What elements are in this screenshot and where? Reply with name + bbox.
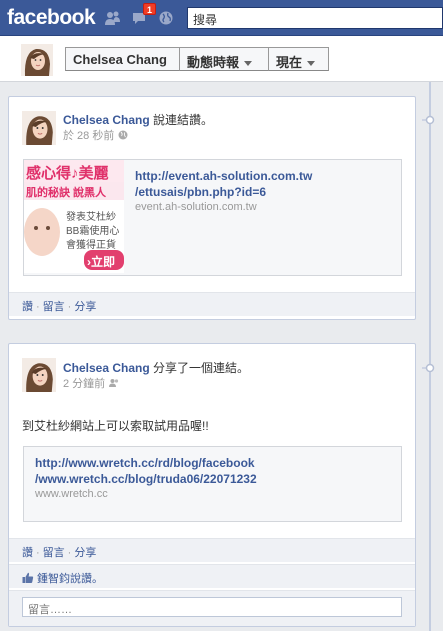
share-button[interactable]: 分享: [74, 301, 96, 313]
author-name[interactable]: Chelsea Chang 分享了一個連結。: [63, 359, 249, 376]
comment-button[interactable]: 留言: [43, 301, 65, 313]
search-input[interactable]: 搜尋: [187, 7, 443, 29]
link-url-line[interactable]: /ettusais/pbn.php?id=6: [135, 184, 312, 200]
notification-badge: 1: [143, 3, 157, 15]
story-card: Chelsea Chang 說連結讚。 於 28 秒前 感心得♪美麗 肌的秘訣 …: [8, 96, 416, 320]
timestamp[interactable]: 2 分鐘前: [63, 375, 119, 391]
author-link[interactable]: Chelsea Chang: [63, 361, 150, 375]
timeline-header: Chelsea Chang 動態時報 現在: [0, 36, 443, 82]
link-thumbnail[interactable]: 感心得♪美麗 肌的秘訣 說黑人 發表艾杜紗 BB霜使用心 會獲得正貨 ›立即: [24, 160, 124, 273]
timestamp-text[interactable]: 於 28 秒前: [63, 130, 114, 142]
thumb-text: 發表艾杜紗: [66, 212, 116, 223]
thumb-text: 會獲得正貨: [66, 240, 116, 251]
story-action-text: 分享了一個連結。: [149, 361, 250, 375]
avatar[interactable]: [21, 44, 53, 76]
facebook-logo[interactable]: facebook: [7, 6, 96, 30]
comment-area: 留言……: [9, 590, 415, 626]
like-button[interactable]: 讚: [22, 547, 33, 559]
profile-name-button[interactable]: Chelsea Chang: [65, 47, 180, 71]
notifications-globe-icon[interactable]: [157, 10, 175, 26]
link-url-line[interactable]: /www.wretch.cc/blog/truda06/22071232: [35, 471, 257, 487]
avatar[interactable]: [22, 358, 56, 392]
story-card: Chelsea Chang 分享了一個連結。 2 分鐘前 到艾杜紗網站上可以索取…: [8, 343, 416, 627]
timeline-dot-icon: [422, 360, 438, 376]
separator: ·: [67, 301, 72, 313]
link-url-line[interactable]: http://www.wretch.cc/rd/blog/facebook: [35, 455, 257, 471]
likes-summary: 鍾智鈞說讚。: [9, 564, 415, 588]
likes-text[interactable]: 鍾智鈞說讚。: [37, 573, 103, 585]
share-button[interactable]: 分享: [74, 547, 96, 559]
separator: ·: [36, 301, 40, 313]
friend-requests-icon[interactable]: [104, 10, 122, 26]
link-domain: www.wretch.cc: [35, 488, 108, 500]
link-url-line[interactable]: http://event.ah-solution.com.tw: [135, 168, 312, 184]
timestamp[interactable]: 於 28 秒前: [63, 127, 128, 143]
link-url[interactable]: http://event.ah-solution.com.tw /ettusai…: [135, 168, 312, 200]
chevron-down-icon: [244, 61, 253, 67]
timeline-dot-icon: [422, 112, 438, 128]
comment-button[interactable]: 留言: [43, 547, 65, 559]
separator: ·: [36, 547, 40, 559]
story-actions: 讚 · 留言 · 分享: [9, 292, 415, 316]
thumb-button-text: ›立即: [87, 255, 115, 269]
top-bar: facebook 1 搜尋: [0, 0, 443, 36]
link-preview[interactable]: http://www.wretch.cc/rd/blog/facebook /w…: [23, 446, 402, 522]
timeline-spine: [429, 82, 431, 631]
activity-dropdown[interactable]: 動態時報: [179, 47, 269, 71]
thumb-headline: 感心得♪美麗: [26, 165, 109, 182]
link-preview[interactable]: 感心得♪美麗 肌的秘訣 說黑人 發表艾杜紗 BB霜使用心 會獲得正貨 ›立即 h…: [23, 159, 402, 276]
profile-name-label: Chelsea Chang: [73, 52, 167, 67]
friends-privacy-icon: [109, 378, 119, 388]
story-action-text: 說連結讚。: [149, 113, 214, 127]
now-label: 現在: [276, 55, 303, 70]
link-domain: event.ah-solution.com.tw: [135, 201, 257, 213]
thumb-subheadline: 肌的秘訣 說黑人: [26, 187, 107, 199]
public-globe-icon: [118, 130, 128, 140]
thumb-text: BB霜使用心: [66, 226, 120, 237]
chevron-down-icon: [307, 61, 316, 67]
link-url[interactable]: http://www.wretch.cc/rd/blog/facebook /w…: [35, 455, 257, 487]
thumbs-up-icon: [22, 572, 34, 587]
author-link[interactable]: Chelsea Chang: [63, 113, 150, 127]
avatar[interactable]: [22, 111, 56, 145]
post-message: 到艾杜紗網站上可以索取試用品喔!!: [22, 419, 209, 433]
story-actions: 讚 · 留言 · 分享: [9, 538, 415, 562]
timestamp-text[interactable]: 2 分鐘前: [63, 378, 105, 390]
separator: ·: [67, 547, 72, 559]
like-button[interactable]: 讚: [22, 301, 33, 313]
author-name[interactable]: Chelsea Chang 說連結讚。: [63, 111, 213, 128]
comment-input[interactable]: 留言……: [22, 597, 402, 617]
now-dropdown[interactable]: 現在: [268, 47, 329, 71]
activity-label: 動態時報: [187, 55, 240, 70]
